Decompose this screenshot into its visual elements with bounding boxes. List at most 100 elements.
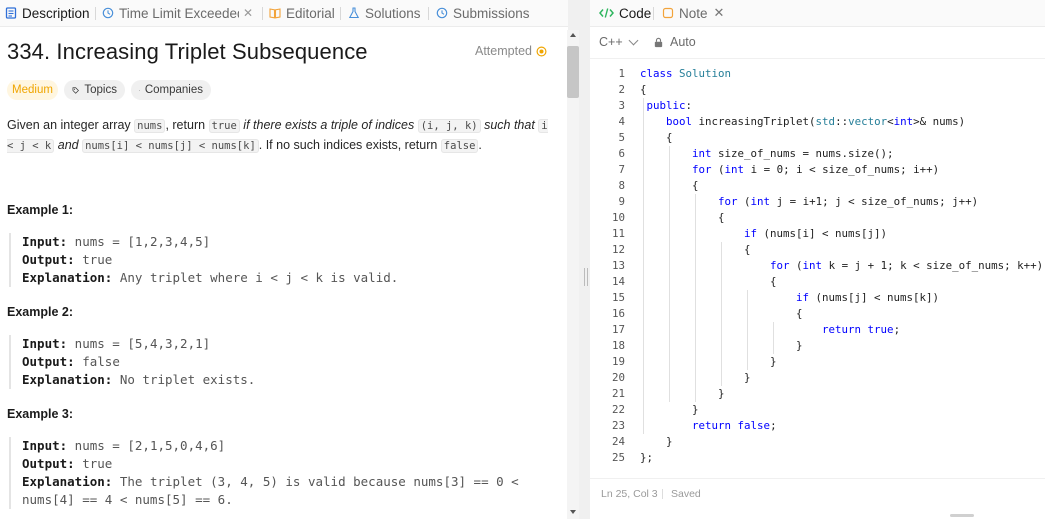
code-line[interactable]: 17 return true; <box>590 322 1045 338</box>
example-value: true <box>74 252 113 267</box>
code-line[interactable]: 20 } <box>590 370 1045 386</box>
code-line[interactable]: 4 bool increasingTriplet(std::vector<int… <box>590 114 1045 130</box>
code-line[interactable]: 25}; <box>590 450 1045 466</box>
line-number: 25 <box>611 451 625 464</box>
example-label: Output: <box>22 456 75 471</box>
code-editor[interactable]: 1 class Solution 2{3 public: 4 bool increas… <box>590 58 1045 478</box>
line-number: 23 <box>611 419 625 432</box>
code-text: }; <box>640 451 654 464</box>
line-number: 4 <box>618 115 625 128</box>
horizontal-scrollbar[interactable] <box>950 514 974 517</box>
code-text: } <box>640 339 803 352</box>
code-line[interactable]: 24 } <box>590 434 1045 450</box>
code-line[interactable]: 10 { <box>590 210 1045 226</box>
line-number: 24 <box>611 435 625 448</box>
code-line[interactable]: 8 { <box>590 178 1045 194</box>
desc-text: if there exists a triple of indices <box>239 118 418 132</box>
code-line[interactable]: 1 class Solution <box>590 66 1045 82</box>
code-text: } <box>640 435 673 448</box>
lock-icon <box>654 37 663 47</box>
tab-label: Note <box>679 5 708 21</box>
problem-tabbar: Description Time Limit Exceeded ✕ Editor… <box>0 0 568 27</box>
code-line[interactable]: 3 public: <box>590 98 1045 114</box>
code-line[interactable]: 23 return false; <box>590 418 1045 434</box>
code-line[interactable]: 14 { <box>590 274 1045 290</box>
history-icon <box>436 7 448 19</box>
desc-text: Given an integer array <box>7 118 135 132</box>
flask-icon <box>348 7 360 19</box>
line-number: 19 <box>611 355 625 368</box>
code-line[interactable]: 9 for (int j = i+1; j < size_of_nums; j+… <box>590 194 1045 210</box>
code-text: { <box>640 275 777 288</box>
tab-label: Solutions <box>365 5 421 21</box>
tab-label: Editorial <box>286 5 335 21</box>
scroll-down-icon[interactable] <box>570 510 576 514</box>
desc-text: such that <box>480 118 539 132</box>
code-line[interactable]: 7 for (int i = 0; i < size_of_nums; i++) <box>590 162 1045 178</box>
tab-time-limit-exceeded[interactable]: Time Limit Exceeded ✕ <box>102 0 253 26</box>
inline-code: nums[i] < nums[j] < nums[k] <box>82 139 259 153</box>
inline-code: (i, j, k) <box>417 119 481 133</box>
code-line[interactable]: 5 { <box>590 130 1045 146</box>
line-number: 9 <box>618 195 625 208</box>
code-text: for (int k = j + 1; k < size_of_nums; k+… <box>770 259 1044 272</box>
desc-text: . <box>478 138 482 152</box>
line-number: 1 <box>618 67 625 80</box>
line-number: 2 <box>618 83 625 96</box>
description-scrollbar[interactable] <box>567 30 579 519</box>
mode-label: Auto <box>670 35 696 49</box>
code-text: int size_of_nums = nums.size(); <box>692 147 894 160</box>
companies-button[interactable]: Companies <box>131 80 211 100</box>
line-number: 18 <box>611 339 625 352</box>
tab-label: Time Limit Exceeded <box>119 5 239 21</box>
panel-splitter[interactable] <box>580 0 590 519</box>
close-icon[interactable]: ✕ <box>714 5 725 21</box>
code-line[interactable]: 2{ <box>590 82 1045 98</box>
tab-editorial[interactable]: Editorial <box>269 0 335 26</box>
auto-mode-toggle[interactable]: Auto <box>653 35 696 49</box>
language-select[interactable]: C++ <box>599 35 639 49</box>
code-line[interactable]: 13 for (int k = j + 1; k < size_of_nums;… <box>590 258 1045 274</box>
code-line[interactable]: 22 } <box>590 402 1045 418</box>
splitter-grip[interactable] <box>584 268 588 286</box>
status-badge: Attempted <box>475 44 547 58</box>
line-number: 16 <box>611 307 625 320</box>
status-divider <box>662 489 663 499</box>
code-line[interactable]: 18 } <box>590 338 1045 354</box>
example-label: Input: <box>22 234 68 249</box>
example-block: Input: nums = [2,1,5,0,4,6] Output: true… <box>9 437 557 509</box>
desc-text: , return <box>165 118 209 132</box>
code-text: bool increasingTriplet(std::vector<int>&… <box>666 115 966 128</box>
tab-submissions[interactable]: Submissions <box>436 0 530 26</box>
tab-label: Code <box>619 5 652 21</box>
close-icon[interactable]: ✕ <box>243 6 253 20</box>
tab-code[interactable]: Code <box>599 0 651 26</box>
chevron-down-icon <box>628 35 639 45</box>
code-text: } <box>640 403 699 416</box>
tab-description[interactable]: Description <box>5 0 90 26</box>
example-label: Input: <box>22 336 68 351</box>
code-line[interactable]: 11 if (nums[i] < nums[j]) <box>590 226 1045 242</box>
code-line[interactable]: 16 { <box>590 306 1045 322</box>
scrollbar-thumb[interactable] <box>567 46 579 98</box>
attempted-icon <box>536 46 547 56</box>
lock-icon <box>139 89 140 91</box>
code-line[interactable]: 21 } <box>590 386 1045 402</box>
example-heading: Example 2: <box>7 305 74 319</box>
code-line[interactable]: 15 if (nums[j] < nums[k]) <box>590 290 1045 306</box>
tag-icon <box>72 86 79 94</box>
code-line[interactable]: 12 { <box>590 242 1045 258</box>
code-line[interactable]: 6 int size_of_nums = nums.size(); <box>590 146 1045 162</box>
tab-note[interactable]: Note ✕ <box>662 0 724 26</box>
language-label: C++ <box>599 35 623 49</box>
line-number: 15 <box>611 291 625 304</box>
example-value: Any triplet where i < j < k is valid. <box>112 270 399 285</box>
line-number: 12 <box>611 243 625 256</box>
scroll-up-icon[interactable] <box>570 33 576 37</box>
topics-button[interactable]: Topics <box>64 80 125 100</box>
line-number: 8 <box>618 179 625 192</box>
note-icon <box>662 7 674 19</box>
tab-solutions[interactable]: Solutions <box>348 0 421 26</box>
code-text: public: <box>646 99 693 112</box>
code-line[interactable]: 19 } <box>590 354 1045 370</box>
